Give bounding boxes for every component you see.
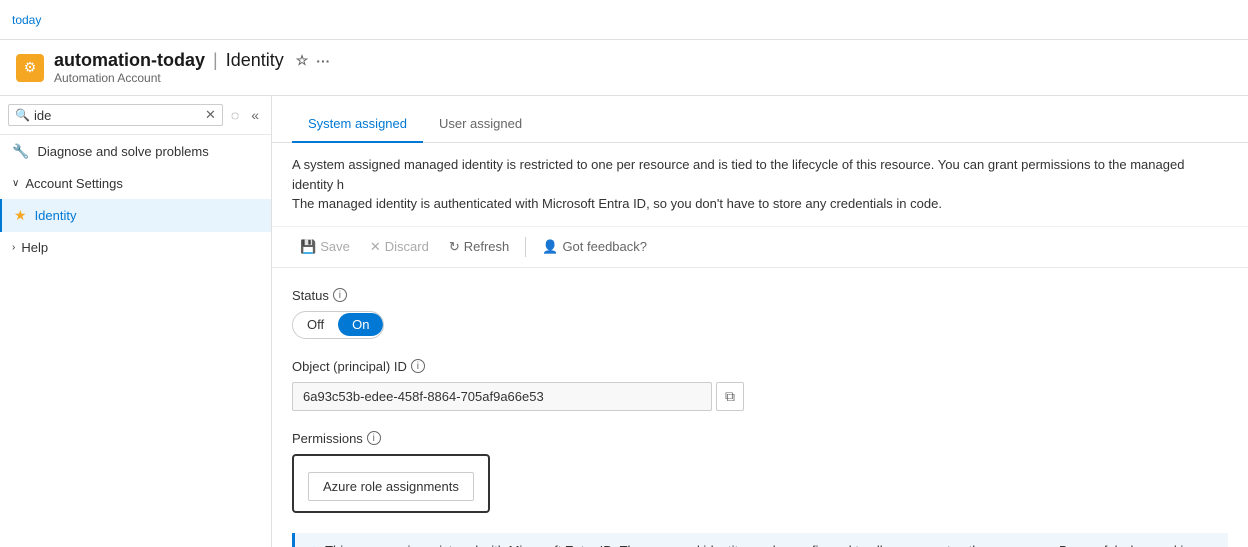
- sidebar-item-diagnose-label: Diagnose and solve problems: [37, 144, 208, 159]
- sidebar-section-help-label: Help: [21, 240, 48, 255]
- main-layout: 🔍 ✕ ◌ « 🔧 Diagnose and solve problems ∨ …: [0, 96, 1248, 547]
- sidebar-collapse-icon[interactable]: «: [247, 105, 263, 125]
- header-title: automation-today | Identity ☆ ···: [54, 50, 330, 71]
- sidebar-section-help[interactable]: › Help: [0, 232, 271, 263]
- identity-icon: ★: [14, 207, 27, 224]
- content-body: Status i Off On Object (principal) ID i: [272, 268, 1248, 547]
- resource-icon: ⚙: [16, 54, 44, 82]
- discard-button[interactable]: ✕ Discard: [362, 235, 437, 259]
- description-block: A system assigned managed identity is re…: [272, 143, 1248, 227]
- discard-icon: ✕: [370, 239, 381, 255]
- tab-user-assigned[interactable]: User assigned: [423, 108, 538, 143]
- page-header: ⚙ automation-today | Identity ☆ ··· Auto…: [0, 40, 1248, 96]
- status-section: Status i Off On: [292, 288, 1228, 339]
- more-options-icon[interactable]: ···: [316, 53, 330, 69]
- wrench-icon: 🔧: [12, 143, 29, 160]
- info-banner-text: This resource is registered with Microso…: [325, 543, 1212, 547]
- object-id-label: Object (principal) ID i: [292, 359, 1228, 374]
- save-button[interactable]: 💾 Save: [292, 235, 358, 259]
- description-line1: A system assigned managed identity is re…: [292, 155, 1228, 194]
- copy-icon: ⧉: [725, 388, 735, 404]
- description-line2: The managed identity is authenticated wi…: [292, 194, 1228, 214]
- permissions-label: Permissions i: [292, 431, 1228, 446]
- azure-role-assignments-button[interactable]: Azure role assignments: [308, 472, 474, 501]
- page-name: Identity: [226, 50, 284, 71]
- object-id-section: Object (principal) ID i ⧉: [292, 359, 1228, 411]
- main-content: System assigned User assigned A system a…: [272, 96, 1248, 547]
- sidebar-item-identity[interactable]: ★ Identity: [0, 199, 271, 232]
- object-id-input[interactable]: [292, 382, 712, 411]
- refresh-icon: ↻: [449, 239, 460, 255]
- resource-subtitle: Automation Account: [54, 71, 330, 85]
- toolbar: 💾 Save ✕ Discard ↻ Refresh 👤 Got feedbac…: [272, 227, 1248, 268]
- top-bar: today: [0, 0, 1248, 40]
- toggle-on-option[interactable]: On: [338, 313, 383, 336]
- clear-search-button[interactable]: ✕: [205, 107, 216, 123]
- save-icon: 💾: [300, 239, 316, 255]
- chevron-right-icon: ›: [12, 242, 15, 253]
- object-id-wrap: ⧉: [292, 382, 1228, 411]
- sidebar-section-account-settings-label: Account Settings: [25, 176, 123, 191]
- status-toggle[interactable]: Off On: [292, 311, 1228, 339]
- breadcrumb-link[interactable]: today: [12, 13, 41, 27]
- header-title-block: automation-today | Identity ☆ ··· Automa…: [54, 50, 330, 85]
- info-banner: ℹ This resource is registered with Micro…: [292, 533, 1228, 547]
- resource-name: automation-today: [54, 50, 205, 71]
- chevron-down-icon: ∨: [12, 178, 19, 189]
- object-id-info-icon[interactable]: i: [411, 359, 425, 373]
- toggle-switch[interactable]: Off On: [292, 311, 384, 339]
- permissions-section: Permissions i Azure role assignments: [292, 431, 1228, 513]
- status-info-icon[interactable]: i: [333, 288, 347, 302]
- title-separator: |: [213, 50, 218, 71]
- toolbar-separator: [525, 237, 526, 257]
- permissions-info-icon[interactable]: i: [367, 431, 381, 445]
- tabs-bar: System assigned User assigned: [272, 96, 1248, 143]
- sidebar-section-account-settings[interactable]: ∨ Account Settings: [0, 168, 271, 199]
- search-bar: 🔍 ✕ ◌ «: [0, 96, 271, 135]
- sidebar: 🔍 ✕ ◌ « 🔧 Diagnose and solve problems ∨ …: [0, 96, 272, 547]
- refresh-button[interactable]: ↻ Refresh: [441, 235, 517, 259]
- feedback-icon: 👤: [542, 239, 558, 255]
- sidebar-refresh-icon[interactable]: ◌: [227, 105, 243, 125]
- search-icon: 🔍: [15, 108, 30, 122]
- info-banner-icon: ℹ: [311, 544, 317, 547]
- gear-icon: ⚙: [24, 59, 37, 76]
- feedback-button[interactable]: 👤 Got feedback?: [534, 235, 655, 259]
- permissions-box: Azure role assignments: [292, 454, 490, 513]
- copy-object-id-button[interactable]: ⧉: [716, 382, 744, 411]
- search-input[interactable]: [34, 108, 201, 123]
- favorite-star-icon[interactable]: ☆: [296, 52, 309, 69]
- tab-system-assigned[interactable]: System assigned: [292, 108, 423, 143]
- toggle-off-option[interactable]: Off: [293, 313, 338, 336]
- sidebar-item-diagnose[interactable]: 🔧 Diagnose and solve problems: [0, 135, 271, 168]
- sidebar-item-identity-label: Identity: [35, 208, 77, 223]
- status-label: Status i: [292, 288, 1228, 303]
- search-input-wrap: 🔍 ✕: [8, 104, 223, 126]
